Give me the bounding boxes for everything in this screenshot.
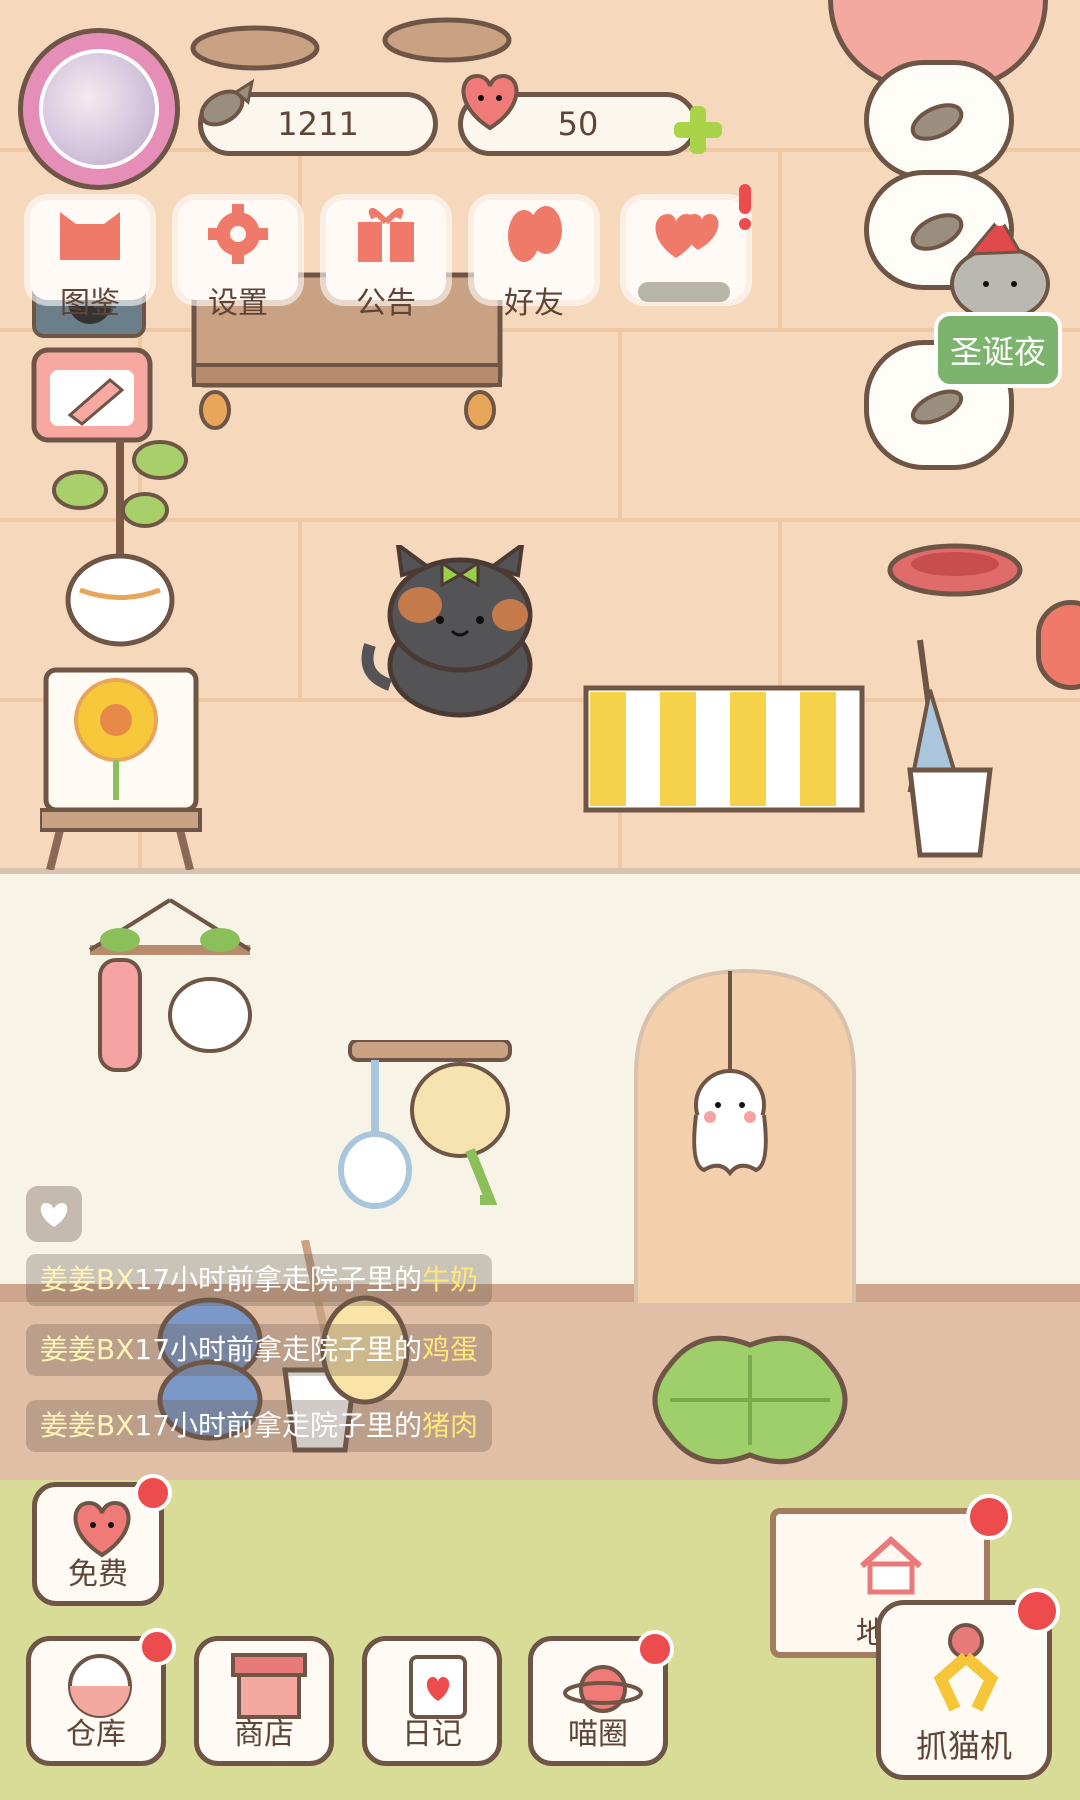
gear-icon — [208, 204, 268, 264]
gift-icon — [358, 208, 414, 262]
menu-settings-button[interactable]: 设置 — [178, 200, 298, 321]
chair-decoration-right — [382, 17, 512, 63]
avatar-image — [39, 49, 159, 169]
green-cushion[interactable] — [640, 1325, 860, 1475]
feed-message: 姜姜BX17小时前拿走院子里的猪肉 — [26, 1400, 493, 1452]
sunflower-easel — [40, 440, 202, 870]
calico-cat[interactable] — [350, 545, 570, 725]
menu-settings-label: 设置 — [208, 286, 268, 321]
friends-icon — [508, 206, 562, 262]
feed-message: 姜姜BX17小时前拿走院子里的牛奶 — [26, 1254, 493, 1306]
diary-button[interactable]: 日记 — [362, 1636, 502, 1766]
chair-decoration-left — [190, 25, 320, 71]
feed-text: 17小时前拿走院子里的 — [134, 1333, 423, 1366]
menu-friends-label: 好友 — [504, 286, 564, 321]
menu-notice-button[interactable]: 公告 — [326, 200, 446, 321]
menu-notice-label: 公告 — [356, 286, 416, 321]
ladle-straw-hat — [338, 1040, 512, 1209]
cat-head-icon — [60, 212, 120, 260]
add-currency-icon[interactable] — [670, 102, 726, 158]
side-video-button[interactable] — [1036, 600, 1080, 690]
chat-toggle-button[interactable] — [26, 1186, 82, 1242]
pet-bowl-umbrella-stand — [887, 543, 1023, 858]
claw-machine-label: 抓猫机 — [915, 1727, 1012, 1765]
fish-icon — [910, 103, 964, 141]
feed-user: 姜姜BX — [40, 1263, 135, 1296]
menu-friends-button[interactable]: 好友 — [474, 200, 594, 321]
feed-text: 17小时前拿走院子里的 — [134, 1409, 423, 1442]
heart-outline-icon — [40, 1203, 68, 1227]
feed-item-name: 鸡蛋 — [422, 1333, 479, 1366]
heart-count: 50 — [557, 105, 599, 143]
wall-hook-towel-teapot — [88, 898, 252, 1072]
claw-icon — [933, 1623, 999, 1712]
diary-label: 日记 — [402, 1717, 462, 1752]
warehouse-label: 仓库 — [66, 1717, 126, 1752]
feed-user: 姜姜BX — [40, 1409, 135, 1442]
menu-catalog-button[interactable]: 图鉴 — [30, 200, 150, 321]
hearts-icon — [655, 214, 719, 258]
feed-text: 17小时前拿走院子里的 — [134, 1263, 423, 1296]
menu-hearts-button[interactable] — [626, 200, 746, 302]
christmas-event-button[interactable]: 圣诞夜 — [934, 312, 1062, 388]
notification-dot — [636, 1630, 674, 1668]
fish-icon — [199, 78, 255, 127]
arched-doorway[interactable] — [630, 965, 860, 1305]
heart-icon — [461, 73, 519, 131]
notification-dot — [1014, 1588, 1060, 1634]
exclamation-alert-icon — [739, 184, 751, 230]
feed-item-name: 猪肉 — [422, 1409, 479, 1442]
free-label: 免费 — [68, 1557, 128, 1592]
fish-bubble-1[interactable] — [864, 60, 1014, 180]
notification-dot — [138, 1628, 176, 1666]
hearts-progress-bar — [638, 282, 730, 302]
shop-label: 商店 — [234, 1717, 294, 1752]
player-avatar[interactable] — [18, 28, 180, 190]
shop-button[interactable]: 商店 — [194, 1636, 334, 1766]
house-icon — [859, 1536, 923, 1595]
striped-rug — [583, 685, 865, 813]
feed-item-name: 牛奶 — [422, 1263, 479, 1296]
meow-circle-label: 喵圈 — [568, 1717, 628, 1752]
notification-dot — [966, 1494, 1012, 1540]
fish-count: 1211 — [277, 105, 359, 143]
feed-user: 姜姜BX — [40, 1333, 135, 1366]
menu-catalog-label: 图鉴 — [60, 286, 120, 321]
santa-cat-icon — [950, 214, 1050, 322]
feed-message: 姜姜BX17小时前拿走院子里的鸡蛋 — [26, 1324, 493, 1376]
notification-dot — [134, 1474, 172, 1512]
